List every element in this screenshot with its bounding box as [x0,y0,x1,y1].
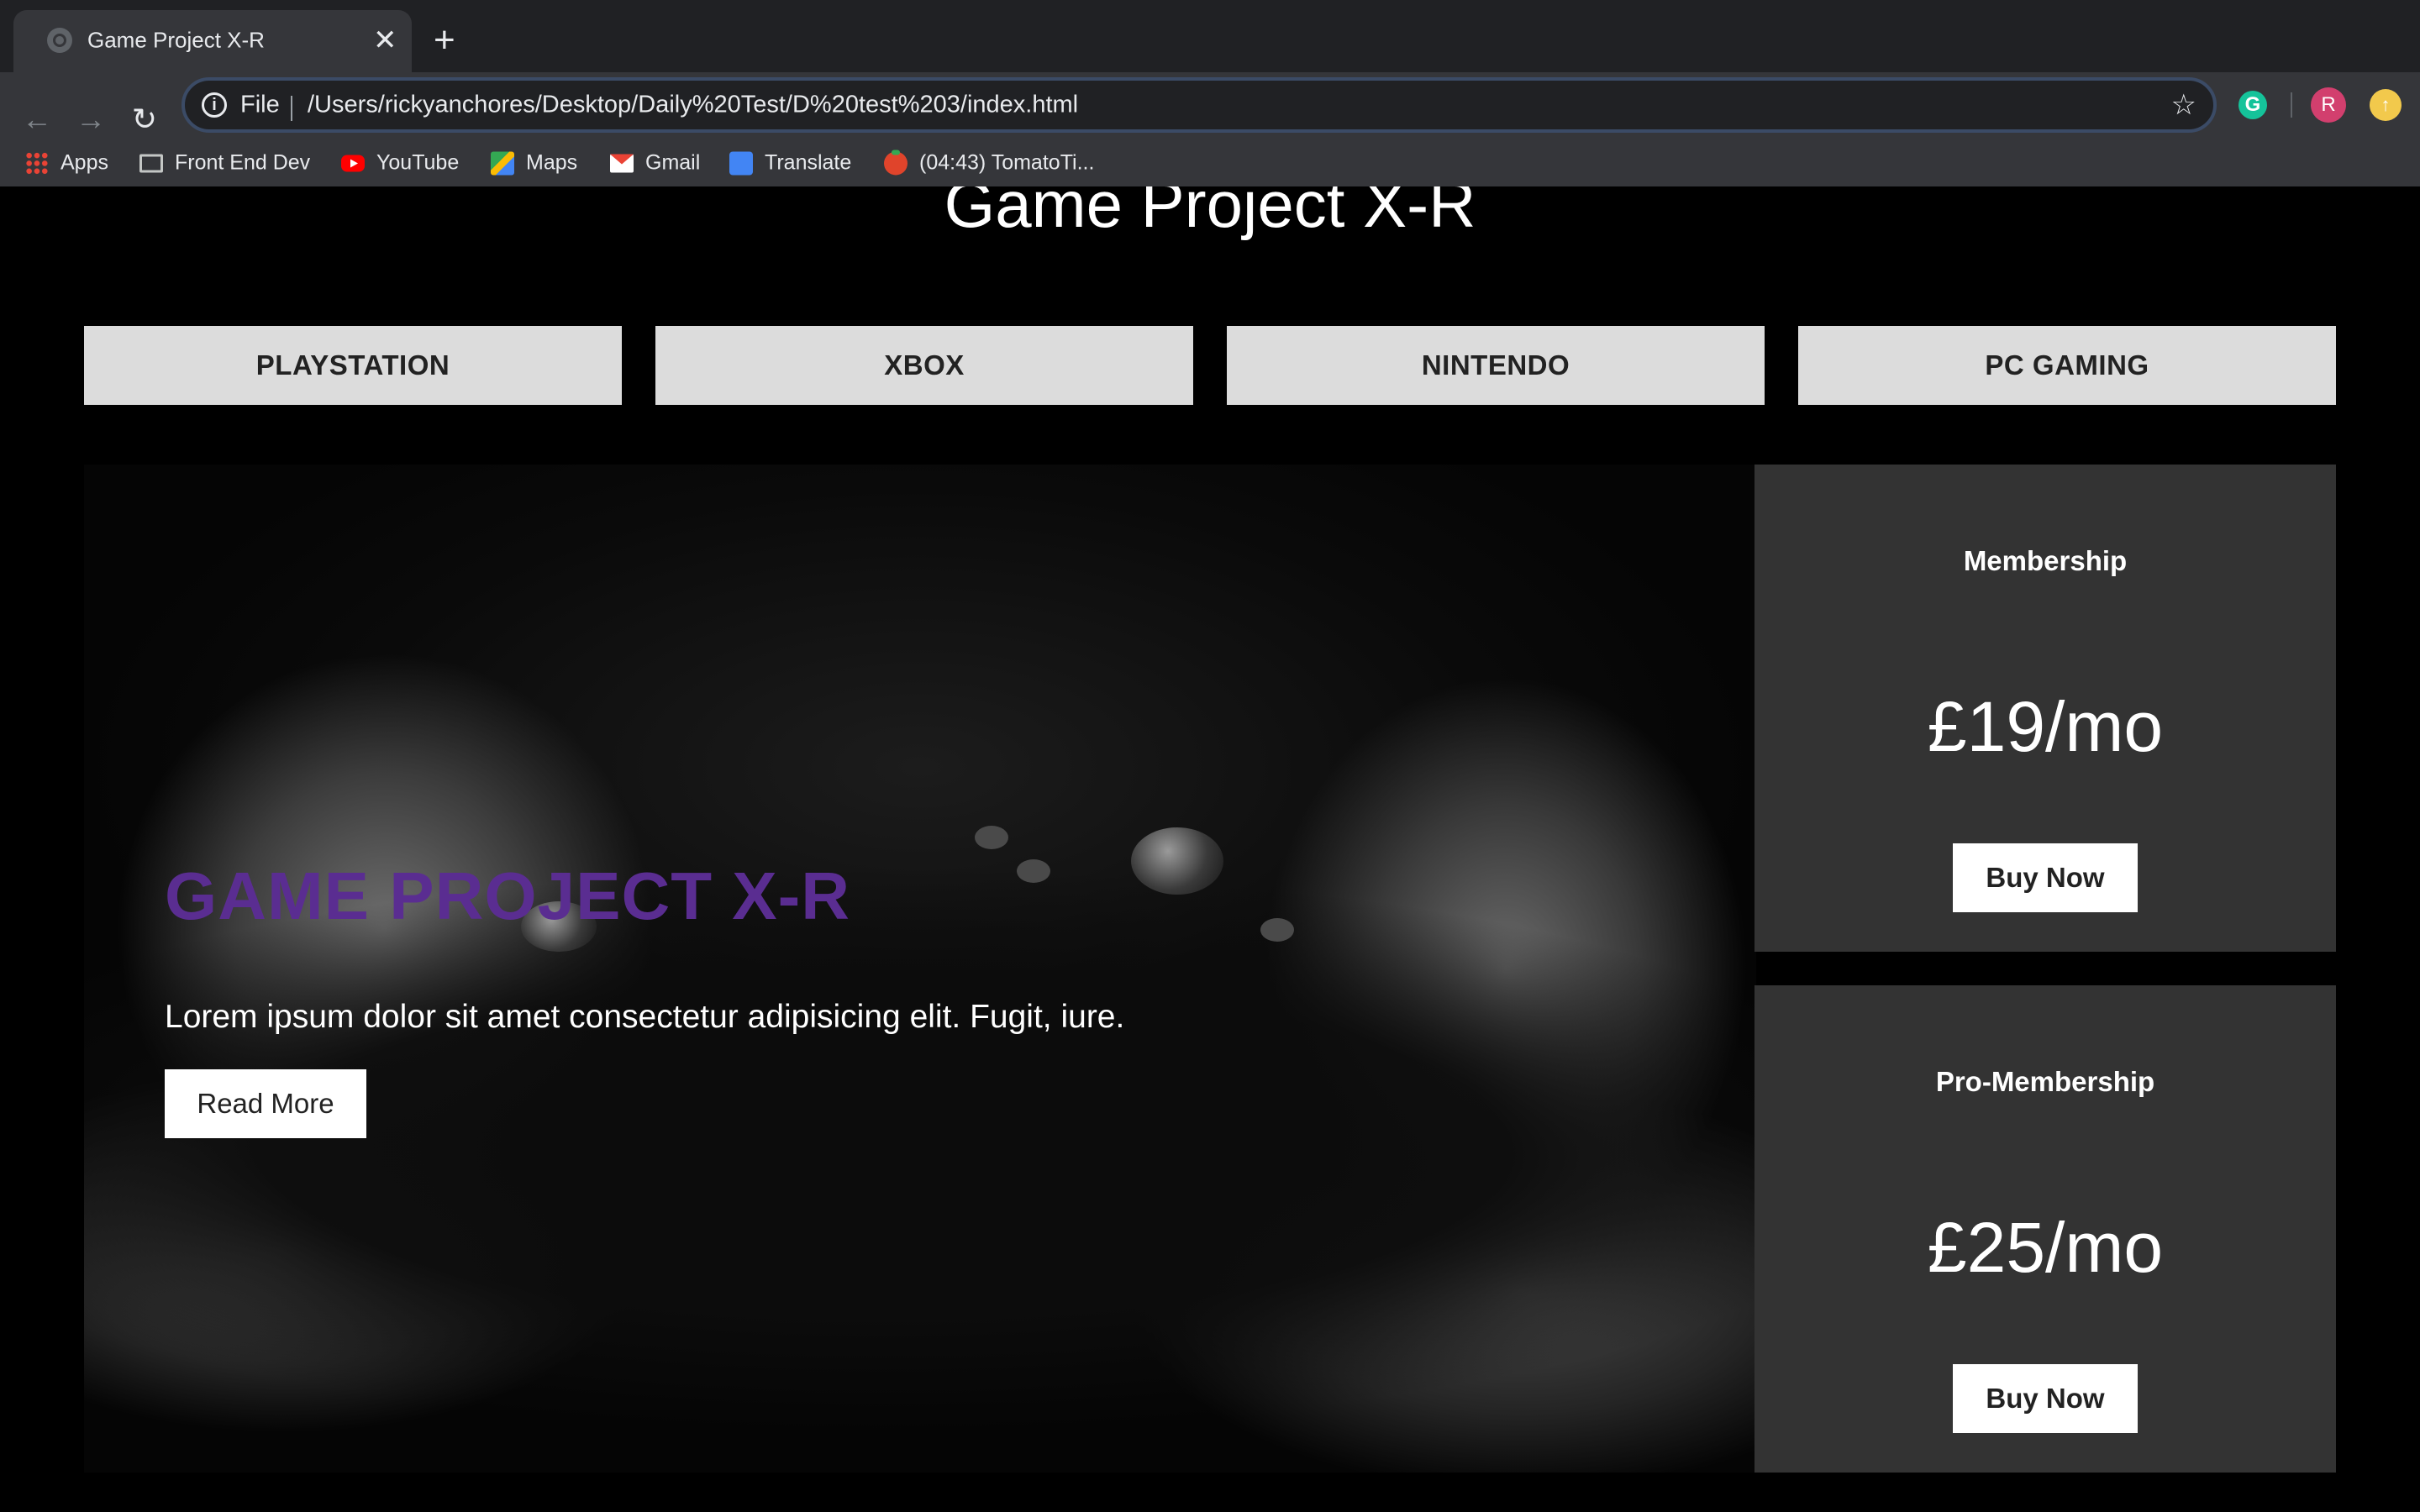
bookmark-label: Gmail [645,150,701,175]
read-more-button[interactable]: Read More [165,1069,366,1138]
bookmark-tomato-timer[interactable]: (04:43) TomatoTi... [884,150,1095,176]
hero-text: Lorem ipsum dolor sit amet consectetur a… [165,999,1125,1035]
bookmark-gmail[interactable]: Gmail [610,151,700,176]
controller-button-image [975,826,1008,849]
nav-nintendo-button[interactable]: NINTENDO [1227,326,1765,405]
bookmark-front-end-dev[interactable]: Front End Dev [139,151,310,176]
browser-tab-strip: Game Project X-R ✕ + [0,0,2420,72]
plan-price: £25/mo [1927,1208,2164,1287]
close-tab-icon[interactable]: ✕ [373,26,397,55]
thumbstick-image [1131,827,1223,895]
hero-title: GAME PROJECT X-R [165,858,851,933]
plan-price: £19/mo [1927,687,2164,766]
gmail-icon [610,154,634,172]
nav-pc-gaming-button[interactable]: PC GAMING [1798,326,2336,405]
nav-xbox-button[interactable]: XBOX [655,326,1193,405]
tomato-timer-icon [884,150,908,175]
pro-membership-card: Pro-Membership £25/mo Buy Now [1754,985,2336,1473]
controller-button-image [1017,859,1050,883]
buy-now-button[interactable]: Buy Now [1953,1364,2138,1433]
youtube-icon [341,155,365,171]
tab-title: Game Project X-R [87,27,265,53]
apps-grid-icon [25,151,49,175]
bookmark-maps[interactable]: Maps [491,151,577,176]
plan-name: Membership [1963,545,2128,576]
forward-arrow-icon[interactable]: → [72,101,109,138]
divider [291,96,292,121]
bookmark-apps[interactable]: Apps [25,151,108,176]
bookmark-star-icon[interactable]: ☆ [2171,88,2196,122]
bookmark-translate[interactable]: Translate [729,151,851,176]
membership-card: Membership £19/mo Buy Now [1754,465,2336,952]
plan-name: Pro-Membership [1935,1066,2155,1097]
nav-playstation-button[interactable]: PLAYSTATION [84,326,622,405]
url-scheme: File [240,91,280,118]
bookmark-label: (04:43) TomatoTi... [919,150,1095,175]
hero-banner: GAME PROJECT X-R Lorem ipsum dolor sit a… [84,465,1756,1473]
bookmark-label: Translate [765,150,852,175]
bookmarks-bar: Apps Front End Dev YouTube Maps Gmail Tr… [0,139,2420,186]
reload-icon[interactable]: ↻ [126,101,163,138]
maps-icon [491,151,514,175]
bookmark-label: Maps [526,150,578,175]
bookmark-youtube[interactable]: YouTube [341,151,459,176]
bookmark-label: Front End Dev [175,150,311,175]
back-arrow-icon[interactable]: ← [18,101,55,138]
controller-button-image [1260,918,1294,942]
site-title: Game Project X-R [944,186,1476,241]
address-bar[interactable]: i File /Users/rickyanchores/Desktop/Dail… [182,77,2217,133]
translate-icon [729,151,753,175]
buy-now-button[interactable]: Buy Now [1953,843,2138,912]
grammarly-extension-icon[interactable]: G [2238,91,2267,119]
bookmark-label: YouTube [376,150,460,175]
web-page: Game Project X-R PLAYSTATION XBOX NINTEN… [0,186,2420,1512]
globe-icon [47,28,72,53]
folder-icon [139,154,163,172]
url-text[interactable]: /Users/rickyanchores/Desktop/Daily%20Tes… [308,92,1078,119]
new-tab-button[interactable]: + [434,22,455,59]
info-icon[interactable]: i [202,92,227,118]
browser-toolbar: ← → ↻ i File /Users/rickyanchores/Deskto… [0,72,2420,186]
profile-avatar[interactable]: R [2311,87,2346,123]
browser-tab[interactable]: Game Project X-R ✕ [13,10,412,72]
divider [2291,92,2292,118]
update-icon[interactable]: ↑ [2370,89,2402,121]
bookmark-label: Apps [60,150,108,175]
